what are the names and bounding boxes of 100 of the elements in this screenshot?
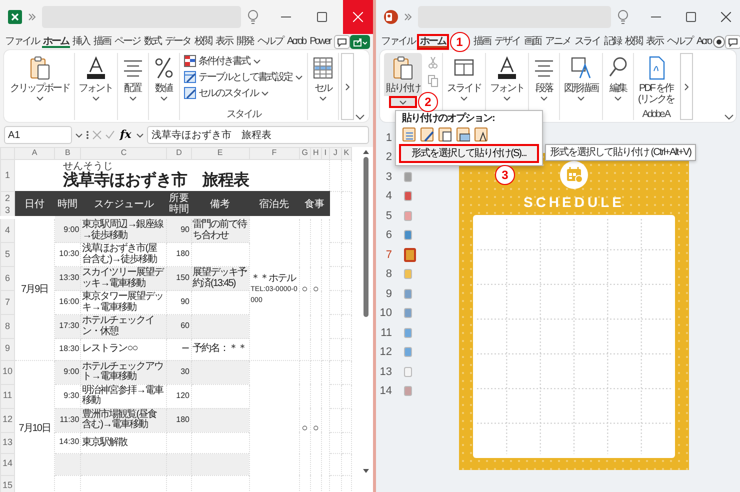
lightbulb-icon[interactable] [247,9,260,25]
ribbon-tab[interactable]: データ [163,35,192,49]
row-number[interactable]: 15 [0,475,15,492]
column-letter[interactable]: A [14,148,55,160]
ribbon-tab[interactable]: ファイル [3,35,41,49]
row-number[interactable]: 11 [0,384,15,408]
slide-thumbnail[interactable] [404,172,412,182]
column-letter[interactable]: E [191,148,250,160]
ribbon-button[interactable]: 編集 [605,53,631,120]
ribbon-tab[interactable]: 記録 [602,35,623,49]
presentation-app-icon[interactable] [384,10,398,24]
close-button[interactable] [343,0,373,34]
lightbulb-icon[interactable] [617,9,630,25]
ribbon-tab[interactable]: 表示 [214,35,234,49]
row-number[interactable]: 4 [0,218,15,242]
double-chevron-icon[interactable] [404,13,412,21]
slide-number[interactable]: 1 [376,132,392,144]
row-number[interactable]: 13 [0,432,15,454]
slide-number[interactable]: 9 [376,288,392,300]
caret-icon[interactable] [75,132,83,138]
comments-button[interactable] [334,35,350,49]
enter-icon[interactable] [105,130,115,140]
more-options-icon[interactable] [86,130,89,140]
paste-option-icon[interactable] [438,126,452,142]
slide-number[interactable]: 11 [376,326,392,339]
column-letter[interactable]: G [299,148,310,160]
ribbon-tab[interactable]: 校閲 [192,35,214,49]
row-number[interactable]: 9 [0,338,15,360]
slide-number[interactable]: 3 [376,170,392,183]
slide-number[interactable]: 2 [376,151,392,164]
ribbon-button[interactable]: 配置 [120,53,146,120]
slide-number[interactable]: 7 [376,248,392,261]
slide-thumbnail[interactable] [404,210,412,221]
ribbon-tab[interactable]: ヘルプ [256,35,285,49]
paste-option-icon[interactable] [420,126,434,142]
ribbon-tab[interactable]: 画面 [522,35,543,49]
row-number[interactable]: 2 [1,192,14,204]
column-letter[interactable]: K [341,148,352,160]
slide-thumbnail[interactable] [404,366,412,377]
ribbon-tab[interactable]: ホーム [417,34,448,50]
slide-thumbnail[interactable] [404,328,412,338]
slide-thumbnail[interactable] [404,288,412,299]
comments-button[interactable] [725,35,740,49]
row-number[interactable]: 6 [0,266,15,290]
slide-thumbnail[interactable] [404,347,412,358]
ribbon-button[interactable]: クリップボード [8,53,72,120]
row-number[interactable]: 10 [0,360,15,384]
slide-number[interactable]: 5 [376,210,392,222]
ribbon-button[interactable]: 数値 [150,53,176,120]
paste-option-icon[interactable] [456,126,470,142]
ribbon-tab[interactable]: Acrob [285,35,308,49]
chevron-down-icon[interactable] [355,114,365,120]
ribbon-tab[interactable]: 描画 [472,35,492,49]
ribbon-tab[interactable]: ホーム [41,35,70,49]
double-chevron-icon[interactable] [28,13,36,21]
ribbon-button[interactable]: PDF を作 (リンクを [636,53,676,108]
slide-thumbnail[interactable] [404,191,412,202]
ribbon-tab[interactable]: 開発 [234,35,256,49]
caret-icon[interactable] [136,132,144,138]
spreadsheet-app-icon[interactable] [8,10,22,24]
slide-thumbnail[interactable] [404,230,412,240]
ribbon-tab[interactable]: アニメ [543,35,572,49]
ribbon-tab[interactable]: ファイル [379,35,417,49]
chevron-down-icon[interactable] [724,114,734,120]
share-button[interactable] [350,35,370,49]
ribbon-tab[interactable]: 表示 [644,35,665,49]
slide-number[interactable]: 12 [376,346,392,358]
slide-number[interactable]: 8 [376,268,392,280]
slide-number[interactable]: 6 [376,229,392,242]
slide-thumbnail[interactable] [404,386,412,396]
formula-field[interactable]: 浅草寺ほおずき市 旅程表 [147,126,369,144]
slide-thumbnail[interactable] [404,248,416,262]
ribbon-tab[interactable]: 数式 [142,35,163,49]
row-number[interactable]: 3 [1,204,14,216]
row-number[interactable]: 5 [0,242,15,266]
column-letter[interactable]: F [249,148,300,160]
paste-dropdown-button[interactable] [389,96,417,108]
menu-item[interactable]: 形式を選択して貼り付け(S)... [399,144,539,163]
record-icon[interactable] [713,36,726,48]
column-letter[interactable]: H [310,148,322,160]
ribbon-tab[interactable]: ヘルプ [665,35,694,49]
ribbon-tab[interactable]: Acro [694,35,714,49]
paste-button[interactable]: 貼り付け [384,53,422,96]
slide-number[interactable]: 4 [376,190,392,202]
row-number[interactable]: 14 [0,454,15,475]
row-number[interactable]: 1 [0,160,15,192]
ribbon-tab[interactable]: 描画 [92,35,112,49]
ribbon-button[interactable]: フォント [76,53,114,120]
row-number[interactable]: 8 [0,314,15,338]
ribbon-tab[interactable]: Power [308,35,332,49]
ribbon-button[interactable]: テーブルとして書式設定 [182,71,305,83]
row-number[interactable]: 7 [0,290,15,314]
slide-number[interactable]: 10 [376,307,392,320]
ribbon-tab[interactable]: デザイ [492,35,522,49]
column-letter[interactable]: C [80,148,167,160]
ribbon-tab[interactable]: スライ [572,35,602,49]
ribbon-button[interactable]: 条件付き書式 [182,55,305,67]
slide-thumbnail[interactable] [404,269,412,280]
slide-number[interactable]: 13 [376,366,392,378]
row-number[interactable]: 12 [0,408,15,432]
